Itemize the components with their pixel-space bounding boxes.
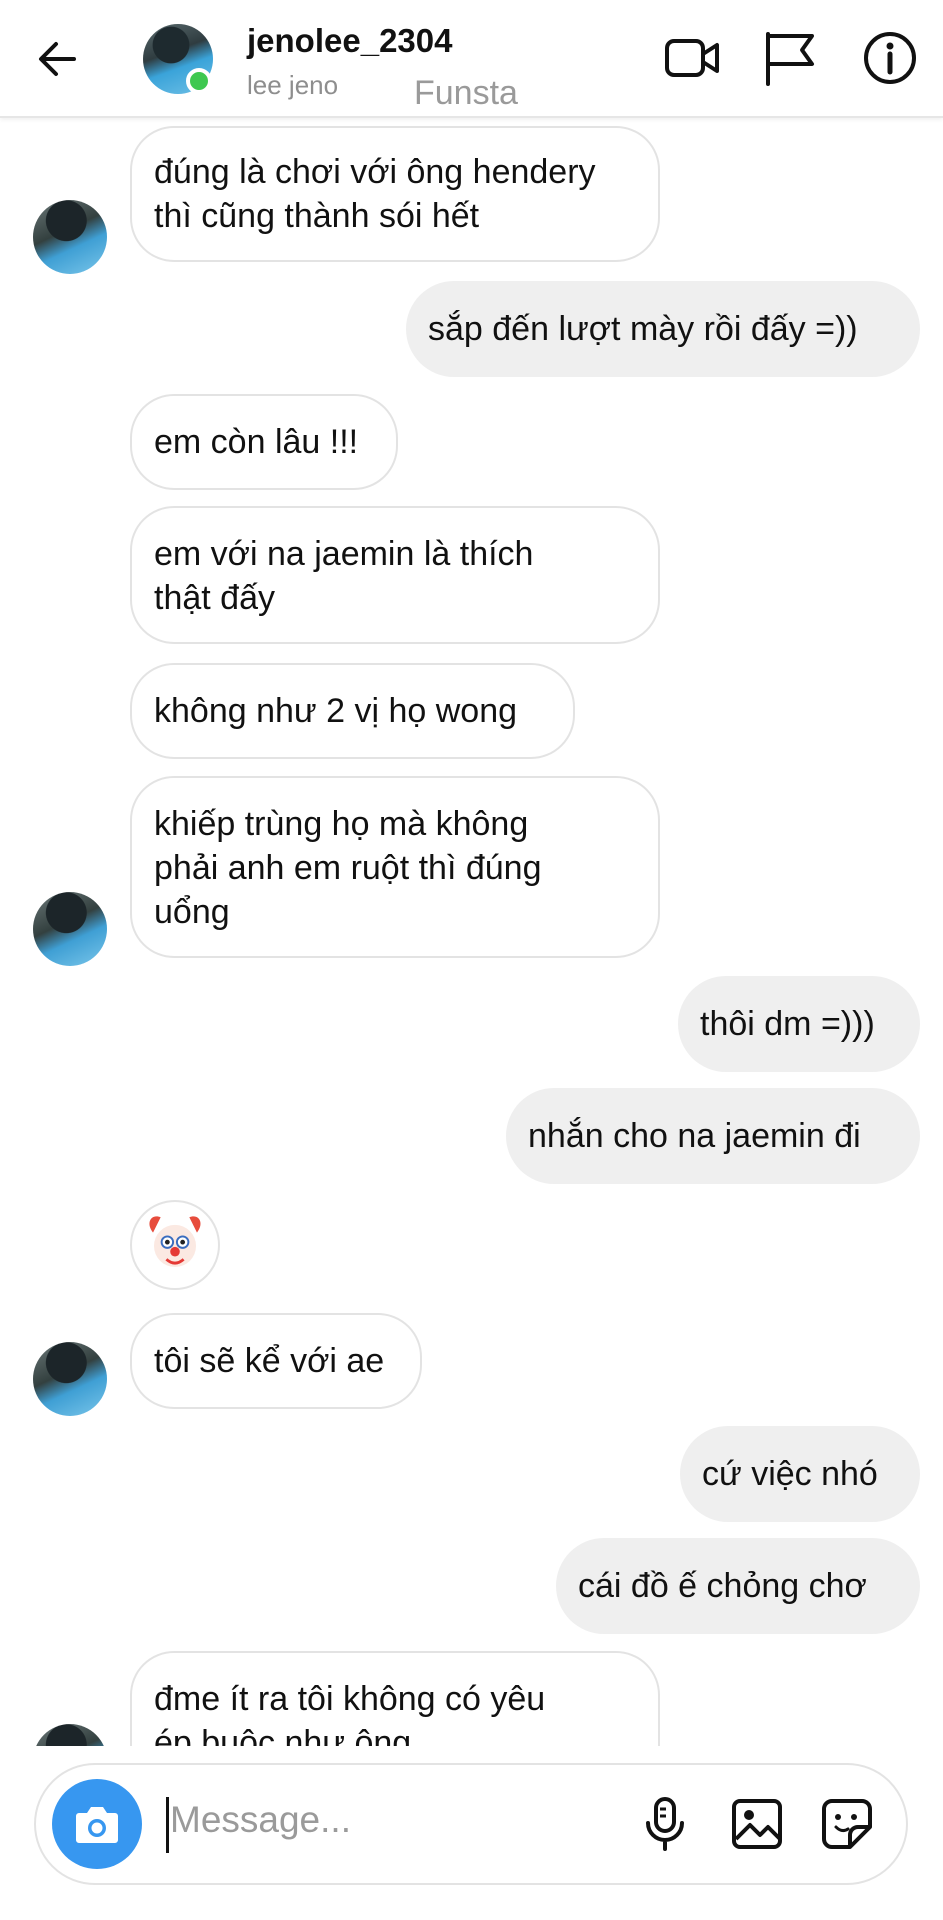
username[interactable]: jenolee_2304 xyxy=(247,22,452,60)
clown-face-icon[interactable] xyxy=(130,1200,220,1290)
message-composer[interactable]: Message... xyxy=(34,1763,908,1885)
message-line: em còn lâu !!! xyxy=(154,423,359,461)
message-line: không như 2 vị họ wong xyxy=(154,692,518,730)
message-outgoing[interactable]: nhắn cho na jaemin đi xyxy=(506,1088,920,1184)
watermark: Funsta xyxy=(414,74,518,112)
message-outgoing[interactable]: cái đồ ế chỏng chơ xyxy=(556,1538,920,1634)
message-line: cái đồ ế chỏng chơ xyxy=(578,1567,867,1605)
message-line: thôi dm =))) xyxy=(700,1005,875,1043)
full-name: lee jeno xyxy=(247,70,339,100)
message-line: ép buộc như ông xyxy=(154,1724,412,1746)
message-incoming[interactable]: khiếp trùng họ mà không phải anh em ruột… xyxy=(130,776,660,958)
avatar[interactable] xyxy=(33,200,107,274)
message-incoming[interactable]: tôi sẽ kể với ae xyxy=(130,1313,422,1409)
message-incoming[interactable]: đúng là chơi với ông hendery thì cũng th… xyxy=(130,126,660,262)
online-status-dot xyxy=(186,68,212,94)
message-line: đme ít ra tôi không có yêu xyxy=(154,1680,546,1718)
message-line: uổng xyxy=(154,893,230,931)
message-line: cứ việc nhó xyxy=(702,1455,878,1493)
flag-icon[interactable] xyxy=(760,28,820,88)
camera-icon[interactable] xyxy=(52,1779,142,1869)
message-line: phải anh em ruột thì đúng xyxy=(154,849,542,887)
message-incoming[interactable]: em với na jaemin là thích thật đấy xyxy=(130,506,660,644)
text-cursor xyxy=(166,1797,169,1853)
message-incoming[interactable]: em còn lâu !!! xyxy=(130,394,398,490)
message-outgoing[interactable]: thôi dm =))) xyxy=(678,976,920,1072)
message-line: tôi sẽ kể với ae xyxy=(154,1342,385,1380)
avatar[interactable] xyxy=(33,1342,107,1416)
message-incoming[interactable]: không như 2 vị họ wong xyxy=(130,663,575,759)
info-icon[interactable] xyxy=(860,28,920,88)
message-line: khiếp trùng họ mà không xyxy=(154,805,529,843)
message-thread[interactable]: đúng là chơi với ông hendery thì cũng th… xyxy=(0,116,943,1746)
message-line: thì cũng thành sói hết xyxy=(154,197,480,235)
sticker-icon[interactable] xyxy=(818,1795,876,1853)
microphone-icon[interactable] xyxy=(636,1795,694,1853)
message-outgoing[interactable]: cứ việc nhó xyxy=(680,1426,920,1522)
video-call-icon[interactable] xyxy=(662,28,722,88)
message-line: đúng là chơi với ông hendery xyxy=(154,153,596,191)
message-line: sắp đến lượt mày rồi đấy =)) xyxy=(428,310,858,348)
message-line: thật đấy xyxy=(154,579,275,617)
back-arrow-icon[interactable] xyxy=(34,36,80,82)
message-input[interactable]: Message... xyxy=(170,1799,351,1841)
avatar[interactable] xyxy=(33,1724,107,1746)
avatar[interactable] xyxy=(33,892,107,966)
message-line: em với na jaemin là thích xyxy=(154,535,534,573)
gallery-icon[interactable] xyxy=(728,1795,786,1853)
message-incoming[interactable]: đme ít ra tôi không có yêu ép buộc như ô… xyxy=(130,1651,660,1746)
message-line: nhắn cho na jaemin đi xyxy=(528,1117,861,1155)
message-outgoing[interactable]: sắp đến lượt mày rồi đấy =)) xyxy=(406,281,920,377)
